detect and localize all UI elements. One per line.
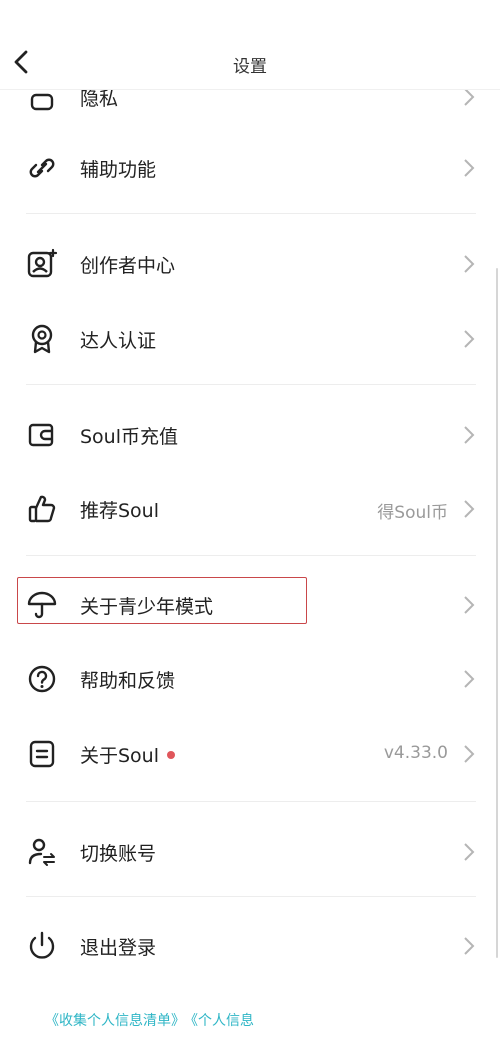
settings-row-help[interactable]: 帮助和反馈 xyxy=(0,642,500,716)
chevron-right-icon xyxy=(464,500,475,518)
settings-row-creator-center[interactable]: 创作者中心 xyxy=(0,227,500,301)
chevron-right-icon xyxy=(464,670,475,688)
settings-label: 关于Soul xyxy=(80,741,176,768)
document-icon xyxy=(29,740,55,768)
settings-row-accessibility[interactable]: 辅助功能 xyxy=(0,131,500,205)
switch-user-icon xyxy=(28,838,55,866)
settings-value: 得Soul币 xyxy=(377,503,448,523)
section-divider xyxy=(26,896,476,897)
link-icon xyxy=(29,158,55,178)
settings-label: 辅助功能 xyxy=(80,159,157,181)
help-circle-icon xyxy=(28,665,56,693)
settings-row-recharge[interactable]: Soul币充值 xyxy=(0,398,500,472)
section-divider xyxy=(26,801,476,802)
chevron-right-icon xyxy=(464,843,475,861)
settings-row-expert-verify[interactable]: 达人认证 xyxy=(0,302,500,376)
settings-label: 创作者中心 xyxy=(80,255,176,277)
personal-info-link[interactable]: 《个人信息 xyxy=(191,1013,254,1029)
settings-label: 切换账号 xyxy=(80,843,157,865)
chevron-right-icon xyxy=(464,159,475,177)
wallet-icon xyxy=(28,423,54,447)
settings-label: 推荐Soul xyxy=(80,500,160,522)
chevron-right-icon xyxy=(464,330,475,348)
new-version-badge xyxy=(167,750,176,759)
settings-label: 达人认证 xyxy=(80,330,157,352)
highlight-box xyxy=(17,577,307,624)
collect-info-list-link[interactable]: 《收集个人信息清单》 xyxy=(45,1013,185,1029)
chevron-right-icon xyxy=(464,255,475,273)
section-divider xyxy=(26,384,476,385)
nav-header: 设置 xyxy=(0,0,500,90)
settings-row-switch-account[interactable]: 切换账号 xyxy=(0,815,500,889)
creator-icon xyxy=(27,248,58,278)
settings-row-about[interactable]: 关于Soul v4.33.0 xyxy=(0,717,500,791)
version-value: v4.33.0 xyxy=(383,743,448,763)
chevron-right-icon xyxy=(464,596,475,614)
footer-links: 《收集个人信息清单》 《个人信息 xyxy=(45,1010,260,1030)
settings-row-logout[interactable]: 退出登录 xyxy=(0,909,500,983)
chevron-right-icon xyxy=(464,937,475,955)
about-label-text: 关于Soul xyxy=(80,745,160,767)
chevron-right-icon xyxy=(464,426,475,444)
section-divider xyxy=(26,213,476,214)
section-divider xyxy=(26,555,476,556)
power-icon xyxy=(29,931,55,959)
page-title: 设置 xyxy=(233,57,267,77)
settings-label: 帮助和反馈 xyxy=(80,670,176,692)
chevron-right-icon xyxy=(464,745,475,763)
thumbs-up-icon xyxy=(28,495,56,523)
settings-label: 退出登录 xyxy=(80,937,157,959)
settings-row-recommend[interactable]: 推荐Soul 得Soul币 xyxy=(0,472,500,546)
settings-label: Soul币充值 xyxy=(80,426,179,448)
scrollbar[interactable] xyxy=(496,268,498,958)
badge-icon xyxy=(31,324,53,354)
